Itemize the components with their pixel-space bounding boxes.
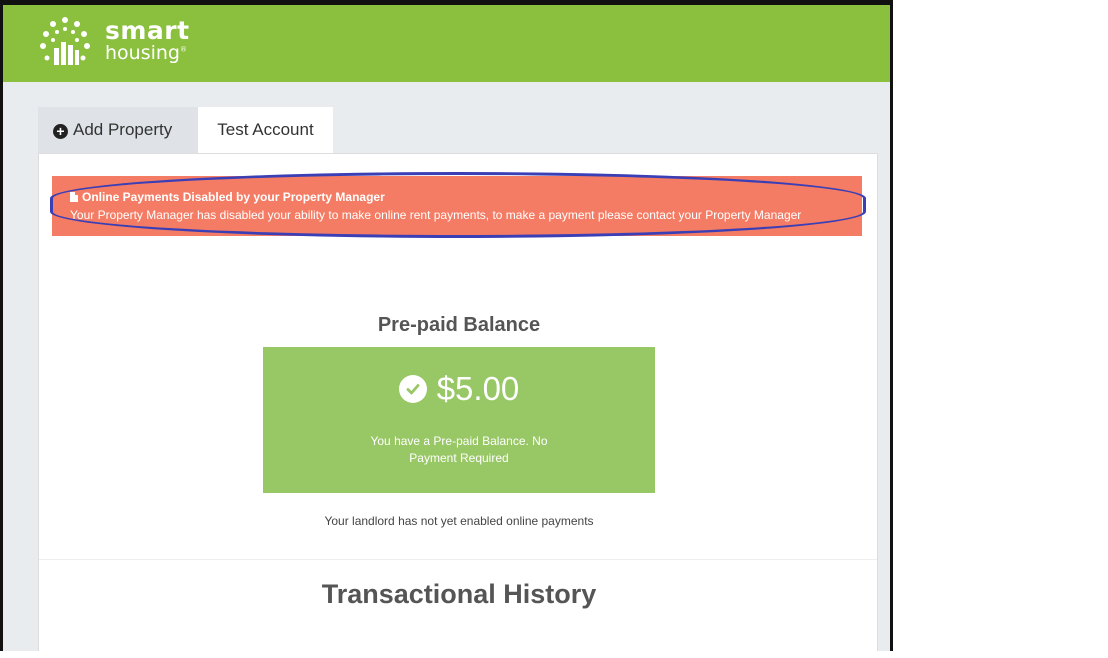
top-header: smart housing® (3, 5, 890, 82)
document-icon (70, 192, 78, 202)
logo-word-housing-text: housing (105, 42, 180, 64)
landlord-note: Your landlord has not yet enabled online… (324, 514, 594, 528)
alert-title-row: Online Payments Disabled by your Propert… (70, 190, 862, 204)
tab-add-property[interactable]: + Add Property (38, 107, 198, 153)
sunburst-logo-icon (40, 17, 90, 65)
logo-word-housing: housing® (105, 44, 190, 63)
smart-housing-logo[interactable]: smart housing® (33, 14, 193, 74)
balance-amount: $5.00 (436, 370, 520, 407)
payments-disabled-alert: Online Payments Disabled by your Propert… (52, 176, 862, 236)
logo-wordmark: smart housing® (105, 18, 190, 63)
trademark-mark: ® (180, 45, 187, 54)
section-divider (39, 559, 877, 560)
tab-test-account-label: Test Account (217, 120, 314, 139)
alert-message: Your Property Manager has disabled your … (70, 208, 802, 222)
transactional-history-heading: Transactional History (321, 579, 597, 609)
tab-test-account[interactable]: Test Account (198, 107, 333, 153)
balance-note: You have a Pre-paid Balance. No Payment … (370, 434, 548, 465)
plus-circle-icon: + (53, 124, 68, 139)
alert-title: Online Payments Disabled by your Propert… (82, 190, 385, 204)
screenshot-frame: smart housing® + Add Property Test Accoun… (0, 0, 893, 651)
check-circle-icon (398, 375, 427, 403)
check-mark-icon (406, 384, 420, 395)
prepaid-balance-heading: Pre-paid Balance (377, 314, 541, 336)
logo-word-smart: smart (105, 16, 190, 45)
prepaid-balance-card: $5.00 You have a Pre-paid Balance. No Pa… (263, 347, 655, 493)
tab-add-property-label: Add Property (73, 120, 173, 139)
balance-amount-row: $5.00 (263, 369, 655, 409)
account-panel: Online Payments Disabled by your Propert… (38, 153, 878, 651)
app-window: smart housing® + Add Property Test Accoun… (3, 5, 890, 651)
